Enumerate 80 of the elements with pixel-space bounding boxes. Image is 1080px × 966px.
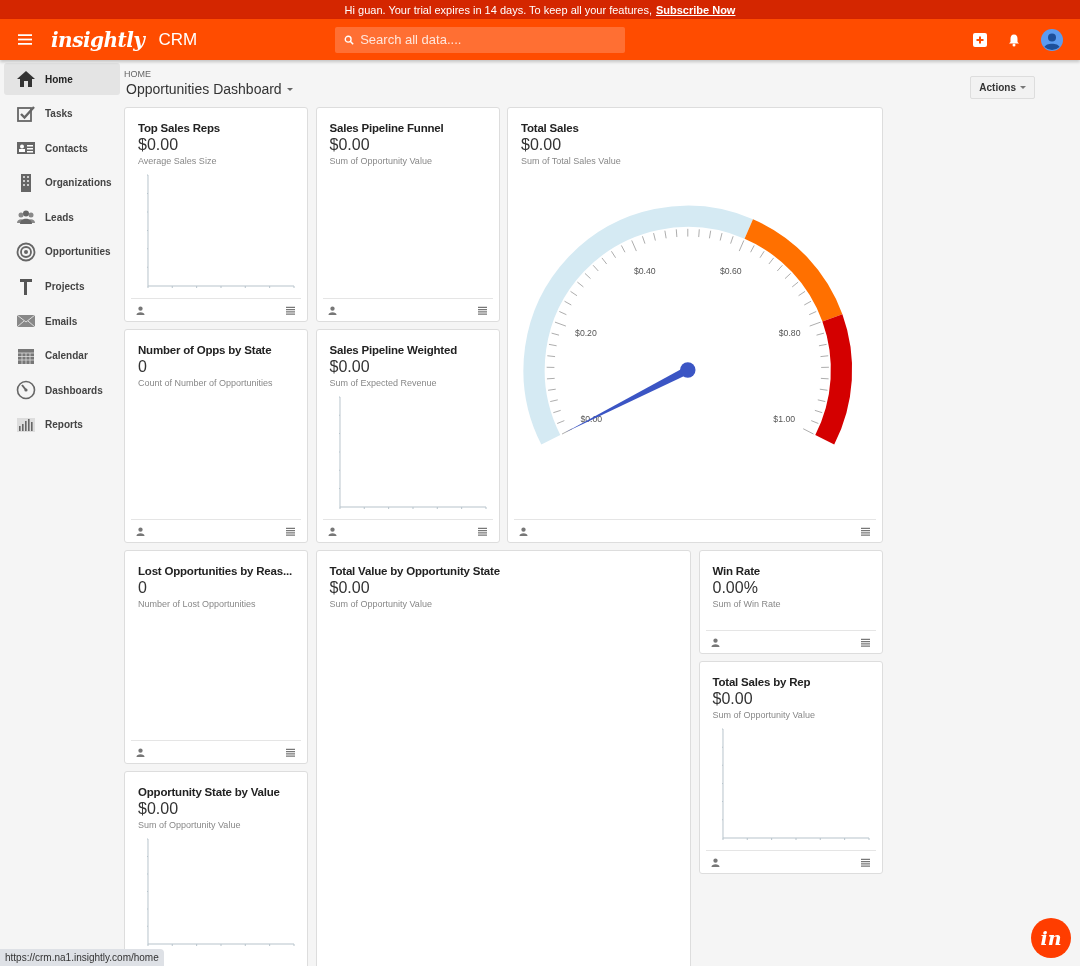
card-value: $0.00	[521, 136, 563, 154]
sidebar-item[interactable]: Opportunities	[4, 235, 120, 268]
gauge-label: $0.60	[719, 265, 742, 276]
card-title: Total Value by Opportunity State	[329, 565, 501, 577]
gauge-icon	[16, 380, 36, 401]
card-title: Win Rate	[712, 565, 761, 577]
bell-icon[interactable]	[1007, 32, 1021, 47]
card-title: Top Sales Reps	[138, 122, 221, 134]
sidebar-item[interactable]: Emails	[4, 305, 120, 338]
sidebar-item[interactable]: Reports	[4, 408, 120, 441]
card-subtitle: Number of Lost Opportunities	[138, 599, 257, 609]
card-subtitle: Sum of Opportunity Value	[138, 820, 242, 830]
person-icon[interactable]	[327, 305, 337, 315]
card-subtitle: Sum of Opportunity Value	[329, 156, 433, 166]
card-subtitle: Average Sales Size	[138, 156, 218, 166]
person-icon[interactable]	[136, 526, 145, 536]
sidebar-item[interactable]: Calendar	[4, 339, 120, 372]
sidebar-item[interactable]: Dashboards	[4, 374, 120, 407]
list-icon[interactable]	[477, 526, 487, 536]
sidebar-item[interactable]: Projects	[4, 270, 120, 303]
caret-icon	[1020, 86, 1026, 89]
card-subtitle: Count of Number of Opportunities	[138, 378, 274, 388]
card-value: 0.00%	[712, 579, 759, 597]
card-title: Number of Opps by State	[138, 344, 273, 356]
floating-button[interactable]: in	[1031, 918, 1071, 958]
card-value: 0	[138, 358, 148, 376]
actions-button[interactable]: Actions	[970, 76, 1035, 99]
card-value: $0.00	[329, 358, 371, 376]
target-icon	[16, 241, 36, 262]
card-title: Total Sales	[521, 122, 580, 134]
avatar[interactable]	[1041, 28, 1063, 51]
person-icon[interactable]	[136, 747, 145, 757]
list-icon[interactable]	[860, 637, 870, 647]
sidebar-item[interactable]: Contacts	[4, 132, 120, 165]
dashboard-selector[interactable]: Opportunities Dashboard	[124, 81, 293, 97]
person-icon[interactable]	[136, 305, 145, 315]
card-title: Sales Pipeline Funnel	[329, 122, 445, 134]
trial-message: Hi guan. Your trial expires in 14 days. To keep all your features,	[344, 3, 652, 16]
person-icon[interactable]	[519, 526, 528, 536]
menu-icon[interactable]	[18, 34, 32, 45]
list-icon[interactable]	[860, 857, 870, 867]
gauge-label: $0.20	[575, 328, 597, 339]
card-value: $0.00	[329, 136, 371, 154]
card-subtitle: Sum of Opportunity Value	[712, 710, 816, 720]
subscribe-link[interactable]: Subscribe Now	[655, 3, 736, 16]
card-title: Lost Opportunities by Reas...	[138, 565, 293, 577]
sidebar-item[interactable]: Leads	[4, 201, 120, 234]
house-icon	[16, 69, 36, 89]
card-subtitle: Sum of Opportunity Value	[329, 599, 433, 609]
list-icon[interactable]	[286, 526, 295, 536]
list-icon[interactable]	[477, 305, 487, 315]
sidebar-item[interactable]: Organizations	[4, 166, 120, 199]
list-icon[interactable]	[286, 305, 295, 315]
card-value: $0.00	[138, 136, 180, 154]
card-title: Total Sales by Rep	[712, 676, 812, 688]
person-icon[interactable]	[710, 857, 720, 867]
gauge-label: $0.40	[633, 265, 656, 276]
card-value: 0	[138, 579, 148, 597]
card-value: $0.00	[138, 800, 180, 818]
gauge-label: $0.80	[778, 328, 801, 339]
card-title: Opportunity State by Value	[138, 786, 281, 798]
card-title: Sales Pipeline Weighted	[329, 344, 458, 356]
person-icon[interactable]	[327, 526, 337, 536]
card-subtitle: Sum of Win Rate	[712, 599, 782, 609]
sidebar-item[interactable]: Tasks	[4, 97, 120, 130]
list-icon[interactable]	[286, 747, 295, 757]
card-subtitle: Sum of Total Sales Value	[521, 156, 622, 166]
sidebar-item[interactable]: Home	[4, 63, 120, 95]
app-name: CRM	[158, 29, 198, 50]
card-subtitle: Sum of Expected Revenue	[329, 378, 438, 388]
add-icon[interactable]	[973, 32, 987, 47]
card-value: $0.00	[712, 690, 754, 708]
person-icon[interactable]	[710, 637, 720, 647]
search-icon	[344, 34, 355, 45]
breadcrumb[interactable]: HOME	[124, 69, 293, 79]
list-icon[interactable]	[860, 526, 870, 536]
status-url: https://crm.na1.insightly.com/home	[0, 949, 164, 966]
gauge-label: $1.00	[773, 414, 796, 424]
caret-icon	[286, 87, 293, 91]
card-value: $0.00	[329, 579, 371, 597]
